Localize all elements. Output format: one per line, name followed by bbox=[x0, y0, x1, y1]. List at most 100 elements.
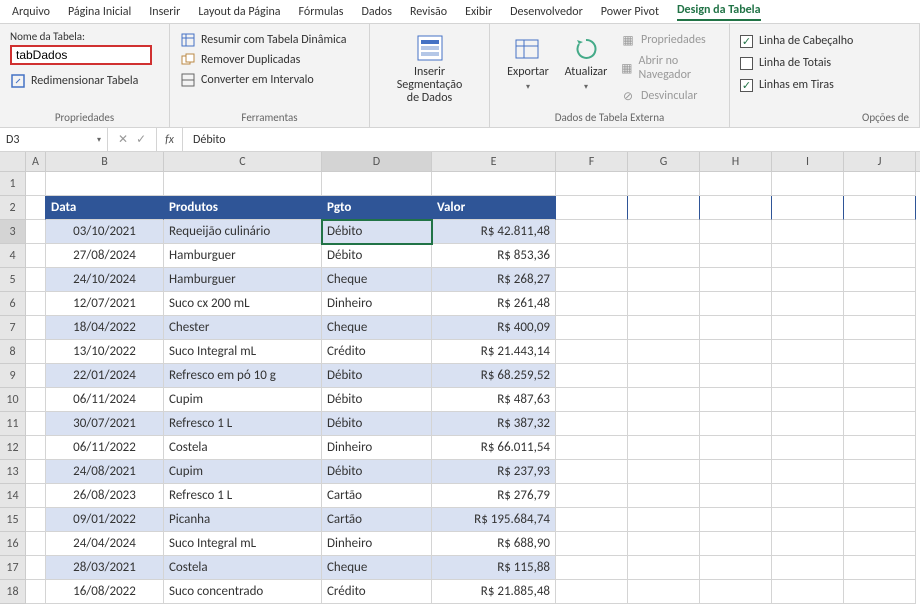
cell[interactable]: R$ 688,90 bbox=[432, 532, 556, 556]
column-header[interactable]: G bbox=[628, 152, 700, 171]
cell[interactable] bbox=[26, 412, 46, 436]
cell[interactable] bbox=[556, 340, 628, 364]
cell[interactable]: Dinheiro bbox=[322, 436, 432, 460]
cell[interactable]: 13/10/2022 bbox=[46, 340, 164, 364]
cell[interactable] bbox=[628, 220, 700, 244]
cell[interactable] bbox=[26, 244, 46, 268]
cell[interactable] bbox=[772, 268, 844, 292]
cell[interactable] bbox=[700, 196, 772, 220]
table-name-input[interactable] bbox=[10, 45, 152, 65]
menu-item[interactable]: Design da Tabela bbox=[677, 3, 761, 21]
cell[interactable]: Data bbox=[46, 196, 164, 220]
cell[interactable] bbox=[628, 460, 700, 484]
cell[interactable] bbox=[700, 268, 772, 292]
cell[interactable] bbox=[700, 556, 772, 580]
cell[interactable]: 24/10/2024 bbox=[46, 268, 164, 292]
row-header[interactable]: 13 bbox=[0, 460, 26, 484]
cell[interactable]: Picanha bbox=[164, 508, 322, 532]
cell[interactable]: 22/01/2024 bbox=[46, 364, 164, 388]
cell[interactable] bbox=[26, 436, 46, 460]
fx-button[interactable]: fx bbox=[157, 128, 183, 151]
cell[interactable] bbox=[628, 412, 700, 436]
cell[interactable] bbox=[700, 508, 772, 532]
cell[interactable] bbox=[26, 196, 46, 220]
cell[interactable] bbox=[628, 484, 700, 508]
cell[interactable] bbox=[844, 220, 916, 244]
cell[interactable]: 12/07/2021 bbox=[46, 292, 164, 316]
cell[interactable]: Cheque bbox=[322, 268, 432, 292]
cell[interactable] bbox=[700, 436, 772, 460]
cell[interactable] bbox=[844, 268, 916, 292]
name-box[interactable]: D3 ▾ bbox=[0, 128, 108, 151]
cell[interactable] bbox=[26, 580, 46, 604]
cell[interactable]: Cartão bbox=[322, 508, 432, 532]
cell[interactable]: Refresco em pó 10 g bbox=[164, 364, 322, 388]
cell[interactable] bbox=[700, 340, 772, 364]
cell[interactable] bbox=[772, 172, 844, 196]
cell[interactable] bbox=[844, 340, 916, 364]
column-header[interactable]: F bbox=[556, 152, 628, 171]
cell[interactable]: R$ 276,79 bbox=[432, 484, 556, 508]
cell[interactable]: Débito bbox=[322, 388, 432, 412]
row-header[interactable]: 5 bbox=[0, 268, 26, 292]
menu-item[interactable]: Arquivo bbox=[12, 5, 50, 19]
cell[interactable] bbox=[844, 460, 916, 484]
row-header[interactable]: 2 bbox=[0, 196, 26, 220]
cell[interactable]: Hamburguer bbox=[164, 268, 322, 292]
cell[interactable]: R$ 42.811,48 bbox=[432, 220, 556, 244]
menu-item[interactable]: Dados bbox=[361, 5, 391, 19]
cell[interactable]: R$ 115,88 bbox=[432, 556, 556, 580]
dedup-button[interactable]: Remover Duplicadas bbox=[180, 50, 359, 70]
cell[interactable] bbox=[26, 316, 46, 340]
cell[interactable] bbox=[628, 172, 700, 196]
cell[interactable] bbox=[556, 244, 628, 268]
header-row-checkbox[interactable]: ✓ Linha de Cabeçalho bbox=[740, 30, 909, 52]
insert-slicer-button[interactable]: Inserir Segmentação de Dados bbox=[380, 30, 479, 107]
formula-input[interactable]: Débito bbox=[183, 128, 920, 151]
cell[interactable]: R$ 400,09 bbox=[432, 316, 556, 340]
column-header[interactable]: J bbox=[844, 152, 916, 171]
cell[interactable] bbox=[772, 580, 844, 604]
cell[interactable]: 06/11/2022 bbox=[46, 436, 164, 460]
row-header[interactable]: 17 bbox=[0, 556, 26, 580]
row-header[interactable]: 4 bbox=[0, 244, 26, 268]
cell[interactable] bbox=[628, 580, 700, 604]
cell[interactable] bbox=[844, 436, 916, 460]
cell[interactable]: Costela bbox=[164, 556, 322, 580]
cell[interactable]: Chester bbox=[164, 316, 322, 340]
cell[interactable] bbox=[844, 412, 916, 436]
row-header[interactable]: 10 bbox=[0, 388, 26, 412]
cell[interactable] bbox=[844, 364, 916, 388]
cell[interactable]: Pgto bbox=[322, 196, 432, 220]
cell[interactable]: Cheque bbox=[322, 316, 432, 340]
convert-range-button[interactable]: Converter em Intervalo bbox=[180, 70, 359, 90]
cell[interactable]: Refresco 1 L bbox=[164, 412, 322, 436]
cell[interactable]: R$ 21.443,14 bbox=[432, 340, 556, 364]
cell[interactable] bbox=[322, 172, 432, 196]
cell[interactable]: Cupim bbox=[164, 388, 322, 412]
cell[interactable]: R$ 195.684,74 bbox=[432, 508, 556, 532]
cell[interactable] bbox=[556, 220, 628, 244]
cell[interactable] bbox=[844, 508, 916, 532]
cell[interactable] bbox=[26, 460, 46, 484]
cell[interactable]: Cheque bbox=[322, 556, 432, 580]
cell[interactable] bbox=[772, 556, 844, 580]
cell[interactable]: Costela bbox=[164, 436, 322, 460]
cell[interactable] bbox=[700, 532, 772, 556]
cell[interactable] bbox=[700, 172, 772, 196]
cell[interactable]: Débito bbox=[322, 220, 432, 244]
cell[interactable]: 28/03/2021 bbox=[46, 556, 164, 580]
cell[interactable] bbox=[556, 532, 628, 556]
cell[interactable] bbox=[432, 172, 556, 196]
cell[interactable] bbox=[556, 316, 628, 340]
column-header[interactable]: E bbox=[432, 152, 556, 171]
cell[interactable]: R$ 387,32 bbox=[432, 412, 556, 436]
cell[interactable] bbox=[844, 580, 916, 604]
cell[interactable]: 09/01/2022 bbox=[46, 508, 164, 532]
cell[interactable] bbox=[26, 508, 46, 532]
cell[interactable]: 03/10/2021 bbox=[46, 220, 164, 244]
cell[interactable] bbox=[26, 292, 46, 316]
cell[interactable] bbox=[556, 556, 628, 580]
cell[interactable]: Débito bbox=[322, 412, 432, 436]
row-header[interactable]: 6 bbox=[0, 292, 26, 316]
